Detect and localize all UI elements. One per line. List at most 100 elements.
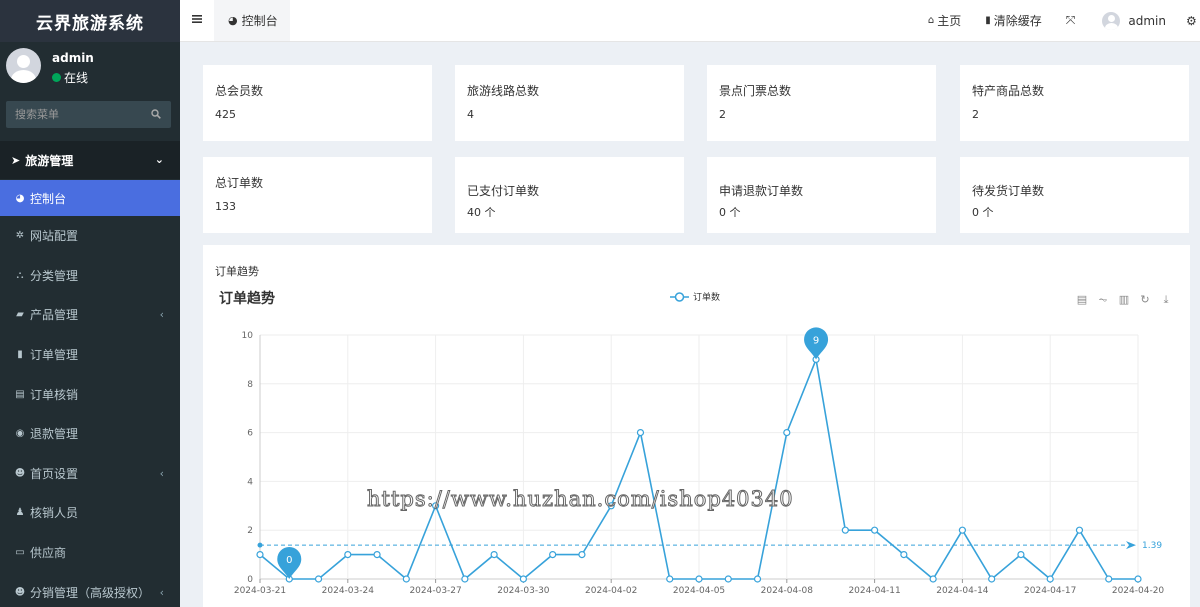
stat-card: 旅游线路总数 4 [455, 65, 684, 141]
menu-toggle-icon[interactable] [192, 14, 202, 24]
stat-value: 0 个 [972, 206, 994, 219]
menu-section-travel[interactable]: ➤ 旅游管理 ⌄ [0, 141, 180, 179]
stat-value: 133 [215, 200, 236, 213]
expand-icon: ⤧ [1065, 13, 1076, 27]
stat-card: 景点门票总数 2 [707, 65, 936, 141]
x-tick-label: 2024-04-02 [585, 586, 637, 596]
data-point [607, 502, 615, 510]
sidebar-item-label: 控制台 [30, 191, 67, 206]
paper-plane-icon: ➤ [11, 153, 21, 167]
data-point [783, 429, 791, 437]
bar-chart-icon[interactable]: ▥ [1116, 293, 1132, 307]
sidebar-item-10[interactable]: ☻ 分销管理（高级授权） ‹ [0, 572, 180, 607]
stat-card: 待发货订单数 0 个 [960, 157, 1189, 233]
sidebar-item-2[interactable]: ⛬ 分类管理 [0, 256, 180, 296]
home-link[interactable]: ⌂ 主页 [928, 12, 961, 29]
sidebar-item-5[interactable]: ▤ 订单核销 [0, 374, 180, 414]
data-view-icon[interactable]: ▤ [1074, 293, 1090, 307]
max-mark-point-label: 9 [813, 335, 819, 346]
legend-marker [674, 292, 685, 302]
sidebar-item-0[interactable]: ◕ 控制台 [0, 180, 180, 216]
sidebar-item-label: 产品管理 [30, 308, 79, 323]
sidebar-item-1[interactable]: ✲ 网站配置 [0, 216, 180, 256]
search-icon[interactable] [151, 109, 161, 119]
y-tick-label: 4 [247, 477, 253, 487]
menu-search-input[interactable] [6, 101, 146, 128]
line-chart-icon[interactable]: ⏦ [1095, 293, 1111, 307]
data-point [900, 551, 908, 559]
sidebar: 云界旅游系统 admin 在线 ➤ 旅游管理 ⌄ ◕ 控制台 ✲ 网站配置 ⛬ 分类管理 ▰… [0, 0, 180, 607]
data-point [519, 575, 527, 583]
menu-section-label: 旅游管理 [25, 153, 74, 168]
stat-card: 特产商品总数 2 [960, 65, 1189, 141]
sidebar-item-8[interactable]: ♟ 核销人员 [0, 493, 180, 533]
data-point [958, 526, 967, 534]
gear-icon: ✲ [15, 230, 25, 242]
user-menu[interactable]: admin [1102, 11, 1166, 30]
data-point [1046, 575, 1054, 583]
stat-label: 申请退款订单数 [719, 184, 804, 198]
sidebar-item-label: 退款管理 [30, 427, 79, 442]
home-label: 主页 [937, 14, 962, 28]
x-tick-label: 2024-04-17 [1024, 586, 1076, 596]
data-point [1075, 526, 1084, 534]
users-icon: ☻ [14, 467, 26, 479]
legend-label: 订单数 [693, 291, 720, 303]
avg-value-label: 1.39 [1142, 541, 1162, 551]
sitemap-icon: ⛬ [16, 269, 24, 281]
sidebar-item-3[interactable]: ▰ 产品管理 ‹ [0, 295, 180, 335]
sidebar-item-label: 核销人员 [30, 506, 79, 521]
y-tick-label: 8 [247, 380, 253, 390]
y-tick-label: 0 [247, 575, 253, 585]
min-mark-point-label: 0 [286, 555, 292, 566]
stat-label: 旅游线路总数 [467, 84, 540, 98]
chevron-left-icon: ‹ [159, 585, 164, 599]
stat-label: 景点门票总数 [719, 84, 792, 98]
x-tick-label: 2024-03-21 [234, 586, 286, 596]
sidebar-item-label: 首页设置 [30, 466, 79, 481]
menu-list: ◕ 控制台 ✲ 网站配置 ⛬ 分类管理 ▰ 产品管理 ‹ ▮ 订单管理 ▤ 订单核销 ◉ 退款管理 ☻ 首页设置… [0, 180, 180, 607]
users-icon: ☻ [14, 586, 26, 598]
sidebar-item-label: 分类管理 [30, 268, 79, 283]
stat-value: 0 个 [719, 206, 741, 219]
x-tick-label: 2024-04-20 [1112, 586, 1165, 596]
sidebar-item-label: 订单管理 [30, 348, 79, 363]
download-icon[interactable]: ⤓ [1158, 293, 1174, 307]
online-dot-icon [52, 73, 61, 82]
restore-icon[interactable]: ↻ [1137, 293, 1153, 307]
stat-value: 40 个 [467, 206, 496, 219]
data-point [373, 551, 381, 559]
file-text-icon: ▤ [15, 388, 25, 400]
dashboard-icon: ◕ [15, 192, 25, 204]
data-point [344, 551, 352, 559]
app-logo[interactable]: 云界旅游系统 [0, 0, 180, 42]
stat-card: 总会员数 425 [203, 65, 432, 141]
chart-toolbox: ▤ ⏦ ▥ ↻ ⤓ [1074, 293, 1174, 307]
fullscreen-button[interactable]: ⤧ [1066, 13, 1079, 28]
data-point [578, 551, 586, 559]
user-status: 在线 [52, 69, 88, 86]
eye-icon: ◉ [15, 428, 25, 440]
x-tick-label: 2024-04-14 [936, 586, 989, 596]
y-tick-label: 10 [242, 331, 254, 341]
data-point [870, 526, 879, 534]
suitcase-icon: ▰ [16, 309, 24, 321]
file-icon: ▮ [17, 349, 23, 361]
stat-value: 425 [215, 108, 236, 121]
x-tick-label: 2024-04-08 [761, 586, 814, 596]
sidebar-item-9[interactable]: ▭ 供应商 [0, 533, 180, 573]
data-point [1134, 575, 1142, 583]
sidebar-item-6[interactable]: ◉ 退款管理 [0, 414, 180, 454]
y-tick-label: 6 [247, 429, 253, 439]
tab-dashboard[interactable]: ◕ 控制台 [214, 0, 290, 41]
home-icon: ⌂ [927, 15, 935, 26]
settings-button[interactable]: ⚙ [1186, 14, 1200, 28]
sidebar-item-4[interactable]: ▮ 订单管理 [0, 335, 180, 375]
top-bar: ◕ 控制台 ⌂ 主页 ▮ 清除缓存 ⤧ admin ⚙ [180, 0, 1200, 42]
user-icon: ♟ [15, 507, 25, 519]
clear-cache-button[interactable]: ▮ 清除缓存 [985, 12, 1042, 29]
sidebar-item-7[interactable]: ☻ 首页设置 ‹ [0, 454, 180, 494]
dashboard-icon: ◕ [228, 14, 238, 27]
x-tick-label: 2024-04-05 [673, 586, 725, 596]
avatar [6, 48, 41, 83]
